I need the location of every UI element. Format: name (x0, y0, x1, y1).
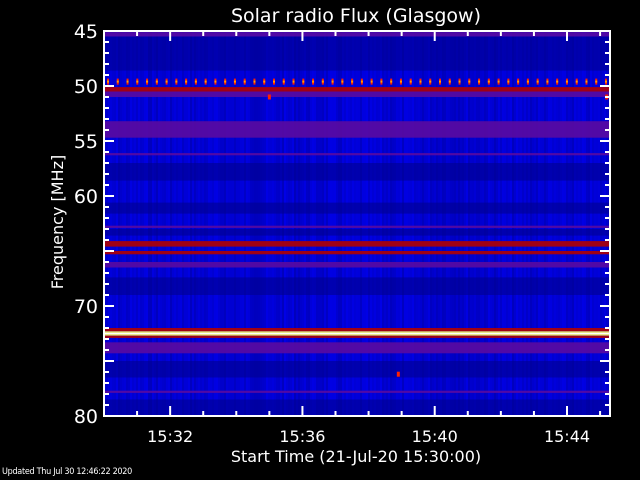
periodic-burst-core (282, 80, 285, 83)
periodic-burst-core (575, 80, 578, 83)
periodic-burst-core (253, 80, 256, 83)
periodic-burst-core (595, 80, 598, 83)
periodic-burst-core (429, 80, 432, 83)
periodic-burst-core (194, 80, 197, 83)
periodic-burst-core (360, 80, 363, 83)
periodic-burst-core (312, 80, 315, 83)
y-tick-label: 80 (74, 406, 98, 428)
x-tick-label: 15:36 (279, 427, 325, 446)
periodic-burst-core (273, 80, 275, 83)
spectral-band (104, 202, 610, 214)
periodic-burst-core (243, 80, 246, 83)
spectral-band (104, 87, 610, 92)
spectral-band (104, 241, 610, 247)
periodic-burst-core (526, 80, 529, 83)
x-tick-label: 15:40 (412, 427, 458, 446)
y-tick-label: 60 (74, 186, 98, 208)
periodic-burst-core (175, 80, 178, 83)
periodic-burst-core (155, 80, 158, 83)
periodic-burst-core (224, 80, 227, 83)
periodic-burst-core (565, 80, 568, 83)
periodic-burst-core (204, 80, 207, 83)
periodic-burst-core (556, 80, 559, 83)
spectral-band (104, 262, 610, 268)
periodic-burst-core (292, 80, 295, 83)
spectral-band (104, 390, 610, 393)
periodic-burst-core (605, 80, 607, 83)
spectrogram-chart: Solar radio Flux (Glasgow) 45 50 55 60 70 80 1… (48, 5, 611, 466)
spectral-band (104, 328, 610, 332)
y-tick-label: 45 (74, 21, 98, 43)
burst-spot (396, 371, 400, 377)
spectral-band (104, 163, 610, 181)
periodic-burst-core (321, 80, 324, 83)
periodic-burst-core (341, 80, 344, 83)
plot-area (104, 31, 610, 416)
spectral-band (104, 153, 610, 156)
spectral-band (104, 225, 610, 228)
y-tick-label: 50 (74, 76, 98, 98)
y-tick-label: 55 (74, 131, 98, 153)
periodic-burst-core (536, 80, 539, 83)
spectral-band (104, 251, 610, 255)
spectral-band (104, 121, 610, 138)
periodic-burst-core (302, 80, 305, 83)
periodic-burst-core (146, 80, 149, 83)
periodic-burst-core (419, 80, 422, 83)
periodic-burst-core (458, 80, 461, 83)
periodic-burst-core (351, 80, 354, 83)
spectral-band (104, 229, 610, 236)
periodic-burst-core (399, 80, 402, 83)
periodic-burst-core (478, 80, 481, 83)
periodic-burst-core (546, 80, 549, 83)
periodic-burst-core (214, 80, 217, 83)
periodic-burst-core (107, 80, 109, 83)
periodic-burst-core (116, 80, 119, 83)
periodic-burst-core (409, 80, 412, 83)
periodic-burst-core (263, 80, 266, 83)
spectral-band (104, 361, 610, 378)
y-tick-label: 70 (74, 296, 98, 318)
periodic-burst-core (165, 80, 168, 83)
spectral-band (104, 342, 610, 354)
periodic-burst-core (487, 80, 490, 83)
spectral-band (104, 335, 610, 338)
updated-timestamp: Updated Thu Jul 30 12:46:22 2020 (2, 467, 132, 477)
periodic-burst-core (517, 80, 520, 83)
periodic-burst-core (439, 80, 441, 83)
x-axis-label: Start Time (21-Jul-20 15:30:00) (231, 447, 481, 466)
spectral-band (104, 277, 610, 295)
periodic-burst-core (370, 80, 373, 83)
periodic-burst-core (233, 80, 236, 83)
periodic-burst-core (390, 80, 393, 83)
spectral-band (104, 91, 610, 97)
burst-spot (267, 94, 271, 100)
spectral-band (104, 36, 610, 71)
periodic-burst-core (136, 80, 139, 83)
chart-title: Solar radio Flux (Glasgow) (231, 5, 481, 27)
periodic-burst-core (448, 80, 451, 83)
x-tick-label: 15:32 (147, 427, 193, 446)
periodic-burst-core (585, 80, 588, 83)
periodic-burst-core (185, 80, 188, 83)
periodic-burst-core (507, 80, 510, 83)
periodic-burst-core (497, 80, 500, 83)
periodic-burst-core (380, 80, 383, 83)
spectral-band-core (104, 332, 610, 335)
y-axis-label: Frequency [MHz] (48, 155, 67, 289)
periodic-burst-core (468, 80, 471, 83)
periodic-burst-core (331, 80, 334, 83)
x-tick-label: 15:44 (544, 427, 590, 446)
periodic-burst-core (126, 80, 129, 83)
